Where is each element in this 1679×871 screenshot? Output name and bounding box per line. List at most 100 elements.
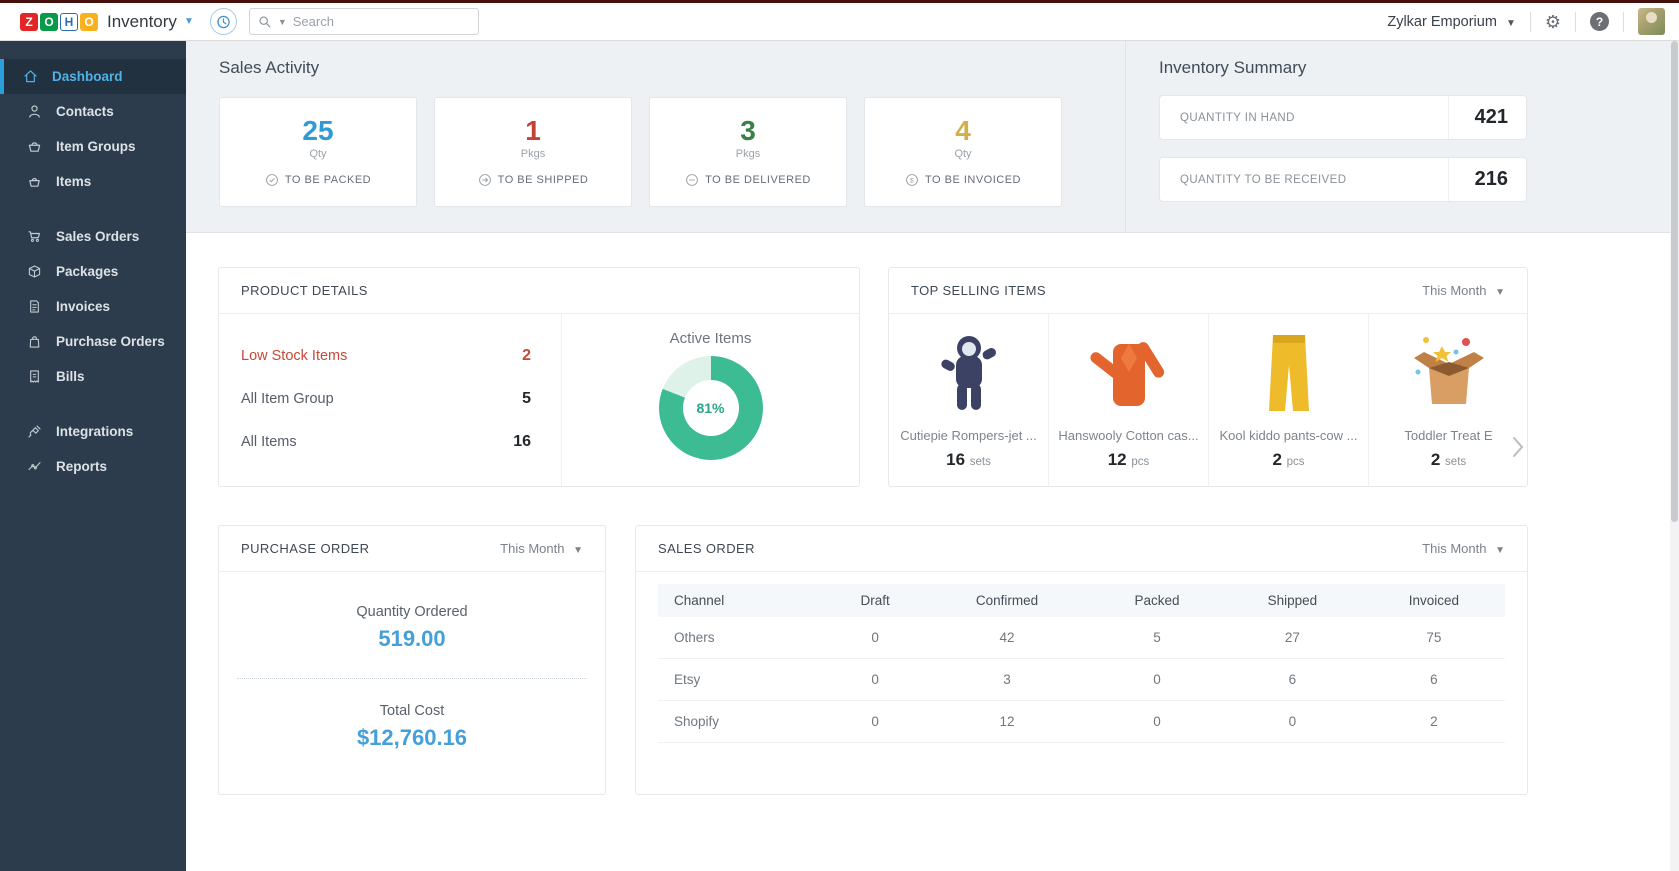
- product-details-card: PRODUCT DETAILS Low Stock Items 2 All It…: [218, 267, 860, 487]
- top-selling-period-dropdown[interactable]: This Month ▼: [1422, 283, 1505, 298]
- metric-unit: Qty: [954, 148, 972, 160]
- inventory-summary-section: Inventory Summary QUANTITY IN HAND 421 Q…: [1125, 41, 1679, 232]
- purchase-order-period-dropdown[interactable]: This Month ▼: [500, 541, 583, 556]
- summary-strip: Sales Activity 25 Qty TO BE PACKED 1 Pkg…: [186, 41, 1679, 233]
- sales-order-card: SALES ORDER This Month ▼ Channel Draft C…: [635, 525, 1528, 795]
- col-packed: Packed: [1091, 584, 1223, 617]
- settings-gear-icon[interactable]: ⚙: [1545, 13, 1561, 31]
- sidebar-item-dashboard[interactable]: Dashboard: [0, 59, 186, 94]
- pd-row-value: 5: [522, 389, 531, 407]
- item-qty: 2: [1430, 450, 1441, 469]
- cell-packed: 5: [1091, 617, 1223, 659]
- gift-box-image: [1369, 328, 1527, 420]
- pd-row-value: 2: [522, 346, 531, 364]
- cell-draft: 0: [828, 617, 923, 659]
- sidebar-item-bills[interactable]: Bills: [0, 359, 186, 394]
- search-scope-caret-icon[interactable]: ▼: [278, 17, 287, 27]
- navy-romper-image: [889, 328, 1048, 420]
- table-header-row: Channel Draft Confirmed Packed Shipped I…: [658, 584, 1505, 617]
- organization-dropdown[interactable]: Zylkar Emporium ▼: [1387, 14, 1516, 30]
- scrollbar-thumb[interactable]: [1671, 41, 1678, 523]
- cell-shipped: 0: [1222, 700, 1363, 743]
- low-stock-items-link[interactable]: Low Stock Items 2: [241, 334, 561, 377]
- topbar-right: Zylkar Emporium ▼ ⚙ ?: [1387, 8, 1665, 35]
- sidebar-item-label: Integrations: [56, 424, 134, 439]
- sidebar-item-purchase-orders[interactable]: Purchase Orders: [0, 324, 186, 359]
- global-search: ▼: [248, 8, 479, 35]
- ship-circle-icon: [478, 173, 492, 187]
- item-name: Toddler Treat E: [1404, 428, 1493, 443]
- logo-letter-o1: O: [40, 12, 58, 31]
- search-input[interactable]: [292, 14, 470, 29]
- cell-packed: 0: [1091, 700, 1223, 743]
- help-icon[interactable]: ?: [1590, 12, 1609, 31]
- donut-center-label: 81%: [682, 380, 739, 436]
- item-unit: sets: [969, 456, 991, 468]
- sales-order-title: SALES ORDER: [658, 541, 755, 556]
- sidebar-item-reports[interactable]: Reports: [0, 449, 186, 484]
- item-unit: pcs: [1131, 456, 1150, 468]
- all-item-group-link[interactable]: All Item Group 5: [241, 377, 561, 420]
- cell-shipped: 27: [1222, 617, 1363, 659]
- col-draft: Draft: [828, 584, 923, 617]
- top-selling-item-1[interactable]: Cutiepie Rompers-jet ... 16 sets: [889, 314, 1049, 486]
- inv-row-value: 216: [1447, 158, 1508, 201]
- quantity-to-be-received-row[interactable]: QUANTITY TO BE RECEIVED 216: [1159, 157, 1527, 202]
- card-to-be-packed[interactable]: 25 Qty TO BE PACKED: [219, 97, 417, 207]
- sidebar-item-items[interactable]: Items: [0, 164, 186, 199]
- orange-cardigan-image: [1049, 328, 1208, 420]
- organization-name: Zylkar Emporium: [1387, 13, 1497, 30]
- quantity-in-hand-row[interactable]: QUANTITY IN HAND 421: [1159, 95, 1527, 140]
- metric-value: 3: [740, 115, 756, 146]
- sidebar-item-packages[interactable]: Packages: [0, 254, 186, 289]
- top-selling-item-3[interactable]: Kool kiddo pants-cow ... 2 pcs: [1209, 314, 1369, 486]
- sidebar-item-invoices[interactable]: Invoices: [0, 289, 186, 324]
- next-items-chevron-icon[interactable]: [1511, 436, 1525, 463]
- sidebar-item-item-groups[interactable]: Item Groups: [0, 129, 186, 164]
- sales-order-period-dropdown[interactable]: This Month ▼: [1422, 541, 1505, 556]
- recent-history-button[interactable]: [209, 8, 237, 35]
- sales-activity-section: Sales Activity 25 Qty TO BE PACKED 1 Pkg…: [186, 41, 1125, 232]
- yellow-pants-image: [1209, 328, 1368, 420]
- divider: [1623, 11, 1624, 32]
- check-circle-icon: [265, 173, 279, 187]
- metric-unit: Qty: [309, 148, 327, 160]
- pd-row-label: All Item Group: [241, 390, 334, 407]
- cell-confirmed: 42: [922, 617, 1092, 659]
- sales-activity-cards: 25 Qty TO BE PACKED 1 Pkgs TO BE SHIPPED: [219, 97, 1125, 207]
- bill-receipt-icon: [30, 370, 39, 383]
- user-avatar[interactable]: [1638, 8, 1665, 35]
- invoice-document-icon: [30, 300, 39, 313]
- app-switcher-caret-icon[interactable]: ▼: [184, 16, 194, 27]
- deliver-circle-icon: [685, 173, 699, 187]
- logo-letter-h: H: [60, 12, 78, 31]
- package-box-icon: [28, 265, 41, 278]
- cell-invoiced: 2: [1362, 700, 1505, 743]
- sidebar-item-integrations[interactable]: Integrations: [0, 414, 186, 449]
- sidebar-item-contacts[interactable]: Contacts: [0, 94, 186, 129]
- card-to-be-invoiced[interactable]: 4 Qty $ TO BE INVOICED: [864, 97, 1062, 207]
- top-selling-item-2[interactable]: Hanswooly Cotton cas... 12 pcs: [1049, 314, 1209, 486]
- all-items-link[interactable]: All Items 16: [241, 420, 561, 463]
- top-bar: Z O H O Inventory ▼ ▼ Zylkar Emporiu: [0, 3, 1679, 41]
- basket-group-icon: [28, 142, 41, 152]
- zoho-logo[interactable]: Z O H O Inventory ▼: [20, 12, 194, 32]
- divider: [1529, 11, 1531, 32]
- inventory-summary-title: Inventory Summary: [1159, 58, 1307, 77]
- cell-packed: 0: [1091, 658, 1223, 701]
- metric-label-text: TO BE INVOICED: [924, 174, 1022, 186]
- org-caret-icon: ▼: [1505, 17, 1516, 29]
- card-to-be-delivered[interactable]: 3 Pkgs TO BE DELIVERED: [649, 97, 847, 207]
- nav-group-3: Integrations Reports: [0, 408, 186, 498]
- sidebar-item-sales-orders[interactable]: Sales Orders: [0, 219, 186, 254]
- purchase-order-title: PURCHASE ORDER: [241, 541, 370, 556]
- active-items-donut: 81%: [658, 356, 763, 460]
- cell-draft: 0: [828, 700, 923, 743]
- shopping-bag-icon: [29, 336, 40, 348]
- cell-channel: Etsy: [658, 658, 828, 701]
- sidebar-item-label: Item Groups: [56, 139, 136, 154]
- card-to-be-shipped[interactable]: 1 Pkgs TO BE SHIPPED: [434, 97, 632, 207]
- top-selling-item-4[interactable]: Toddler Treat E 2 sets: [1369, 314, 1527, 486]
- metric-unit: Pkgs: [520, 148, 546, 160]
- dotted-divider: [237, 678, 587, 679]
